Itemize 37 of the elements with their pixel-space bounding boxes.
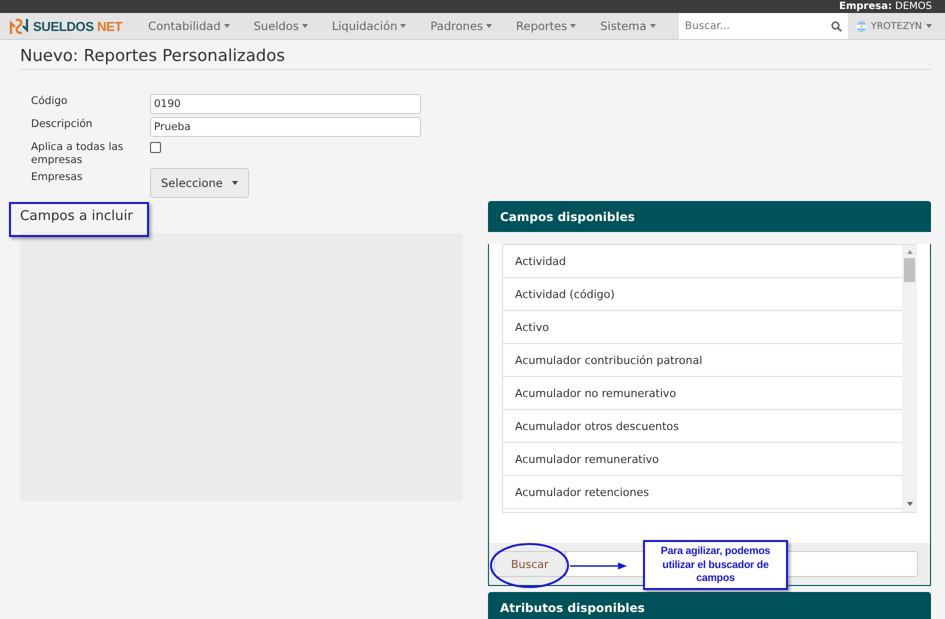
field-list-item[interactable]: Acumulador otros descuentos bbox=[503, 410, 902, 443]
page-title: Nuevo: Reportes Personalizados bbox=[20, 46, 285, 65]
search-icon bbox=[830, 20, 842, 32]
arrow bbox=[570, 562, 627, 570]
field-list-item[interactable]: Acumulador remunerativo bbox=[503, 443, 902, 476]
menu-item[interactable]: Sistema bbox=[588, 19, 668, 33]
panel-header: Campos disponibles bbox=[488, 201, 931, 232]
field-label: Aplica a todas las empresas bbox=[31, 140, 124, 167]
logo-text: SUELDOS NET bbox=[33, 18, 122, 34]
flag-icon bbox=[856, 20, 867, 32]
search-field[interactable]: Buscar... bbox=[678, 13, 848, 39]
user-menu[interactable]: YROTEZYN bbox=[856, 20, 932, 32]
field-list-item[interactable]: Acumulador retenciones bbox=[503, 476, 902, 509]
callout-tooltip: Para agilizar, podemos utilizar el buscador de campos bbox=[643, 540, 788, 590]
field-list-item[interactable]: Actividad bbox=[503, 245, 902, 278]
panel-header: Atributos disponibles bbox=[488, 592, 931, 619]
search-button[interactable]: Buscar bbox=[494, 551, 566, 577]
field-label: Empresas bbox=[31, 170, 84, 184]
menu-item[interactable]: Liquidación bbox=[320, 19, 418, 33]
dropdown-button[interactable]: Seleccione bbox=[150, 168, 249, 198]
field-list-item[interactable]: Acumulador no remunerativo bbox=[503, 377, 902, 410]
field-list-item[interactable]: Actividad (código) bbox=[503, 278, 902, 311]
company-label: Empresa: DEMOS bbox=[839, 0, 932, 13]
field-list-item[interactable]: Activo bbox=[503, 311, 902, 344]
menu-item[interactable]: Padrones bbox=[418, 19, 504, 33]
scrollbar[interactable] bbox=[902, 245, 917, 512]
field-label: Código bbox=[31, 94, 68, 108]
text-field[interactable]: Prueba bbox=[150, 117, 421, 137]
menu-item[interactable]: Contabilidad bbox=[136, 19, 242, 33]
menu-item[interactable]: Reportes bbox=[504, 19, 588, 33]
section-title: Campos a incluir bbox=[20, 208, 133, 225]
logo-icon bbox=[9, 18, 29, 34]
field-list-item[interactable]: Acumulador contribución patronal bbox=[503, 344, 902, 377]
menu-item[interactable]: Sueldos bbox=[242, 19, 320, 33]
checkbox[interactable] bbox=[150, 142, 161, 153]
text-field[interactable]: 0190 bbox=[150, 94, 421, 114]
field-label: Descripción bbox=[31, 117, 94, 131]
